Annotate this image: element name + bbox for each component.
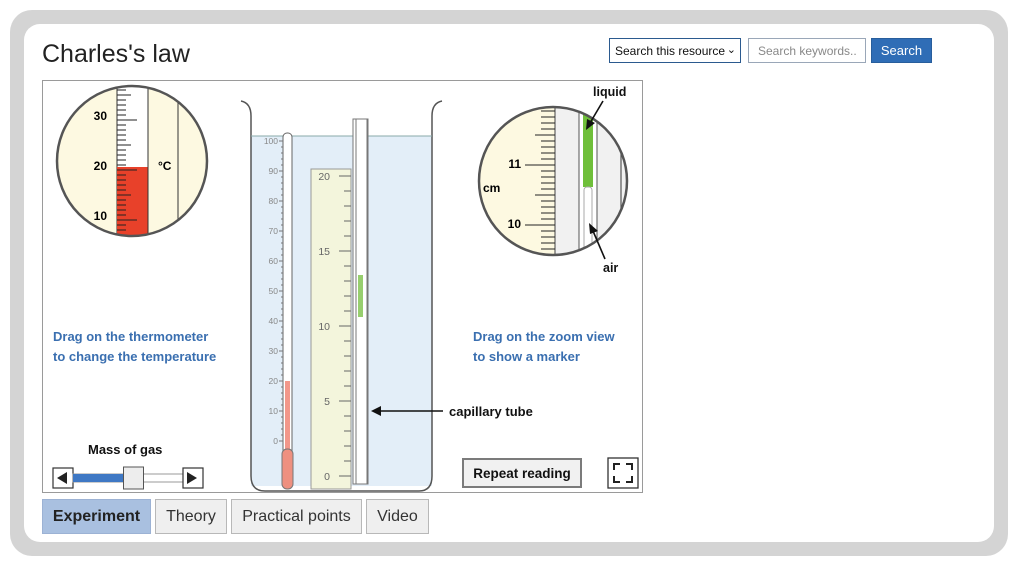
zoom-unit-cm: cm [483, 181, 500, 195]
ruler-scale-label: 15 [318, 246, 330, 258]
mass-of-gas-label: Mass of gas [88, 442, 163, 457]
thermometer-scale-label: 80 [269, 196, 279, 206]
tube-zoom-view[interactable]: 11 10 cm [477, 93, 630, 261]
zoom-hint: Drag on the zoom view to show a marker [473, 327, 615, 367]
capillary-tube [352, 118, 369, 485]
zoom-tick-10-cm: 10 [508, 217, 522, 231]
air-label: air [603, 261, 618, 275]
zoom-tick-10: 10 [94, 209, 108, 223]
search-scope-select[interactable]: Search this resource ⌄ [609, 38, 741, 63]
ruler-scale-label: 5 [324, 396, 330, 408]
repeat-reading-button[interactable]: Repeat reading [462, 458, 582, 488]
thermometer-scale-label: 90 [269, 166, 279, 176]
liquid-index [358, 275, 363, 317]
mass-slider[interactable] [52, 466, 204, 490]
tab-video[interactable]: Video [366, 499, 429, 534]
thermometer-scale-label: 50 [269, 286, 279, 296]
chevron-down-icon: ⌄ [726, 44, 736, 56]
fullscreen-icon[interactable] [607, 457, 639, 489]
ruler-scale-label: 10 [318, 321, 330, 333]
zoom-tick-20: 20 [94, 159, 108, 173]
thermometer-scale-label: 20 [269, 376, 279, 386]
thermometer-scale-label: 70 [269, 226, 279, 236]
search-input[interactable]: Search keywords.. [748, 38, 866, 63]
thermometer-scale-label: 100 [264, 136, 278, 146]
liquid-label: liquid [593, 85, 626, 99]
thermometer-scale-label: 30 [269, 346, 279, 356]
thermometer-zoom-view[interactable]: 30 20 10 °C [55, 81, 209, 255]
thermometer-scale-label: 10 [269, 406, 279, 416]
thermometer-scale-label: 60 [269, 256, 279, 266]
tab-theory[interactable]: Theory [155, 499, 227, 534]
thermometer-hint: Drag on the thermometer to change the te… [53, 327, 216, 367]
zoom-tick-30: 30 [94, 109, 108, 123]
search-button[interactable]: Search [871, 38, 932, 63]
zoom-hint-line1: Drag on the zoom view [473, 329, 615, 344]
page-title: Charles's law [42, 40, 190, 68]
slider-thumb [123, 466, 144, 490]
thermometer-scale-label: 0 [273, 436, 278, 446]
simulation-canvas[interactable]: 30 20 10 °C 100 90 80 70 60 50 40 30 20 10 0 20 15 1… [42, 80, 643, 493]
thermometer-hint-line2: to change the temperature [53, 349, 217, 364]
zoom-hint-line2: to show a marker [473, 349, 580, 364]
tab-experiment[interactable]: Experiment [42, 499, 151, 534]
simulation-drawing: 30 20 10 °C 1009080706050403020100 20151… [52, 81, 639, 492]
tab-practical-points[interactable]: Practical points [231, 499, 362, 534]
search-placeholder: Search keywords.. [758, 43, 857, 58]
ruler-scale-label: 0 [324, 471, 330, 483]
search-scope-label: Search this resource [615, 43, 726, 58]
zoom-unit-celsius: °C [158, 159, 172, 173]
thermometer-scale-label: 40 [269, 316, 279, 326]
ruler-scale-label: 20 [318, 171, 330, 183]
ruler: 20 15 10 5 0 [310, 168, 352, 490]
zoom-tick-11: 11 [508, 157, 521, 171]
thermometer-hint-line1: Drag on the thermometer [53, 329, 209, 344]
capillary-label: capillary tube [449, 404, 533, 419]
